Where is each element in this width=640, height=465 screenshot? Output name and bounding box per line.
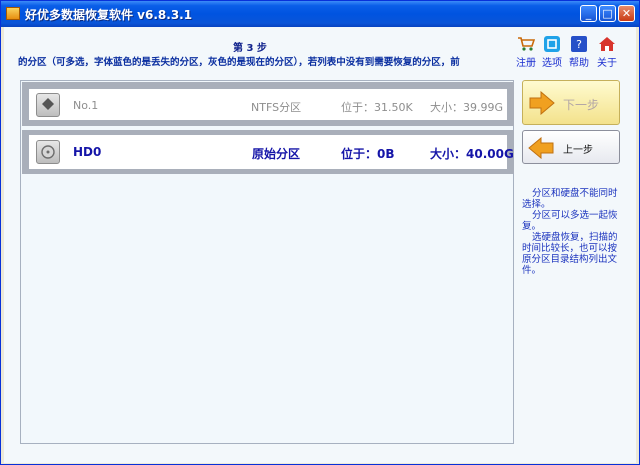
partition-type: 原始分区 bbox=[252, 147, 301, 161]
help-line: 分区可以多选一起恢复。 bbox=[522, 210, 618, 232]
title-bar[interactable]: 好优多数据恢复软件 v6.8.3.1 _ □ ✕ bbox=[1, 1, 639, 27]
step-title: 第 3 步 bbox=[233, 43, 267, 54]
partition-size: 大小：40.00G bbox=[430, 147, 514, 161]
options-tool[interactable]: 选项 bbox=[539, 36, 565, 69]
help-label: 帮助 bbox=[569, 58, 589, 69]
partition-position: 位于：31.50K bbox=[341, 101, 413, 114]
next-step-button[interactable]: 下一步 bbox=[522, 80, 620, 125]
partition-type: NTFS分区 bbox=[251, 101, 302, 114]
close-button[interactable]: ✕ bbox=[618, 5, 635, 22]
about-tool[interactable]: 关于 bbox=[594, 36, 620, 69]
options-label: 选项 bbox=[542, 58, 562, 69]
partition-name: HD0 bbox=[73, 145, 102, 159]
partition-name: No.1 bbox=[73, 99, 99, 112]
home-icon bbox=[599, 37, 615, 51]
prev-step-button[interactable]: 上一步 bbox=[522, 130, 620, 164]
help-icon: ? bbox=[571, 36, 587, 52]
window-title: 好优多数据恢复软件 v6.8.3.1 bbox=[25, 8, 193, 22]
options-icon bbox=[544, 36, 560, 52]
instruction-text: 的分区（可多选，字体蓝色的是丢失的分区，灰色的是现在的分区），若列表中没有到需要… bbox=[18, 57, 460, 68]
drive-icon bbox=[36, 140, 60, 164]
partition-size: 大小：39.99G bbox=[430, 101, 504, 114]
help-panel: 分区和硬盘不能同时选择。 分区可以多选一起恢复。 选硬盘恢复，扫描的时间比较长，… bbox=[522, 188, 624, 276]
help-tool[interactable]: ? 帮助 bbox=[566, 36, 592, 69]
maximize-button[interactable]: □ bbox=[599, 5, 616, 22]
register-tool[interactable]: 注册 bbox=[513, 36, 539, 69]
register-label: 注册 bbox=[516, 58, 536, 69]
about-label: 关于 bbox=[597, 58, 617, 69]
partition-list: No.1 NTFS分区 位于：31.50K 大小：39.99G HD0 原始分区… bbox=[20, 80, 514, 444]
svg-text:?: ? bbox=[576, 38, 582, 51]
arrow-right-icon bbox=[529, 91, 555, 115]
arrow-left-icon bbox=[528, 137, 554, 159]
app-icon bbox=[6, 7, 20, 20]
prev-step-label: 上一步 bbox=[563, 145, 593, 156]
next-step-label: 下一步 bbox=[563, 98, 600, 112]
partition-row[interactable]: HD0 原始分区 位于：0B 大小：40.00G bbox=[22, 130, 514, 174]
drive-icon bbox=[36, 93, 60, 117]
partition-row[interactable]: No.1 NTFS分区 位于：31.50K 大小：39.99G bbox=[22, 82, 514, 126]
help-line: 分区和硬盘不能同时选择。 bbox=[522, 188, 618, 210]
minimize-button[interactable]: _ bbox=[580, 5, 597, 22]
help-line: 选硬盘恢复，扫描的时间比较长，也可以按原分区目录结构列出文件。 bbox=[522, 232, 618, 276]
cart-icon bbox=[518, 37, 535, 51]
partition-position: 位于：0B bbox=[341, 147, 395, 161]
